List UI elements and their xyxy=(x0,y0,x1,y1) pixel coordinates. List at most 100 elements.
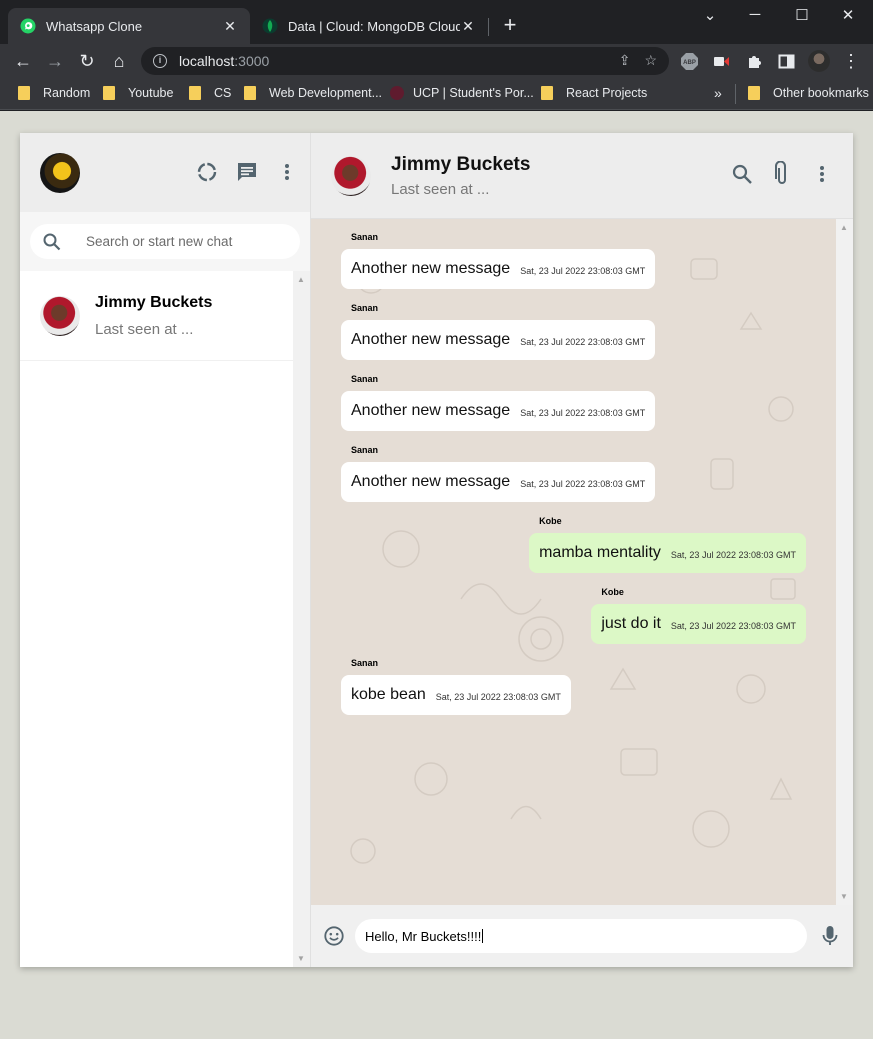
user-avatar[interactable] xyxy=(40,152,80,193)
search-container xyxy=(30,224,300,259)
adblock-icon[interactable]: ABP xyxy=(681,53,698,70)
message-bubble-outgoing[interactable]: Kobe just do it Sat, 23 Jul 2022 23:08:0… xyxy=(591,587,806,644)
message-text: mamba mentality xyxy=(539,544,661,561)
message-sender: Sanan xyxy=(351,374,379,384)
message-timestamp: Sat, 23 Jul 2022 23:08:03 GMT xyxy=(520,336,646,347)
folder-icon xyxy=(18,86,30,100)
emoji-button[interactable] xyxy=(323,925,345,947)
screen-record-icon[interactable] xyxy=(713,53,730,70)
folder-icon xyxy=(748,86,760,100)
bookmark-other[interactable]: Other bookmarks xyxy=(748,86,869,100)
scroll-down-arrow[interactable]: ▼ xyxy=(840,892,848,901)
message-sender: Kobe xyxy=(601,587,624,597)
chat-menu-button[interactable] xyxy=(811,163,833,185)
chat-last-seen: Last seen at ... xyxy=(391,180,490,198)
message-bubble-outgoing[interactable]: Kobe mamba mentality Sat, 23 Jul 2022 23… xyxy=(529,516,806,573)
message-bubble[interactable]: Sanan Another new message Sat, 23 Jul 20… xyxy=(341,374,656,431)
extensions-puzzle-icon[interactable] xyxy=(746,53,763,70)
scroll-up-arrow[interactable]: ▲ xyxy=(297,275,305,284)
home-icon[interactable]: ⌂ xyxy=(108,50,130,72)
chat-pane: Jimmy Buckets Last seen at ... Sanan Ano… xyxy=(311,133,853,967)
whatsapp-app: Jimmy Buckets Last seen at ... ▲ ▼ Jimmy… xyxy=(20,133,853,967)
search-icon xyxy=(732,164,752,184)
bookmarks-overflow-chevron[interactable]: » xyxy=(714,85,722,101)
browser-menu-icon[interactable]: ⋮ xyxy=(840,50,862,72)
back-button[interactable]: ← xyxy=(12,50,34,72)
last-seen-text: Last seen at ... xyxy=(95,320,194,338)
message-bubble[interactable]: Sanan Another new message Sat, 23 Jul 20… xyxy=(341,303,656,360)
browser-tabstrip: Whatsapp Clone ✕ Data | Cloud: MongoDB C… xyxy=(0,0,873,44)
chat-bubble-icon xyxy=(238,163,256,181)
contact-avatar[interactable] xyxy=(331,155,371,196)
message-bubble[interactable]: Sanan Another new message Sat, 23 Jul 20… xyxy=(341,232,656,289)
whatsapp-favicon-icon xyxy=(20,18,36,34)
new-chat-button[interactable] xyxy=(236,161,258,183)
message-timestamp: Sat, 23 Jul 2022 23:08:03 GMT xyxy=(520,478,646,489)
chat-search-button[interactable] xyxy=(731,163,753,185)
microphone-icon xyxy=(822,926,838,945)
svg-text:ABP: ABP xyxy=(683,60,696,66)
chat-footer: Hello, Mr Buckets!!!! xyxy=(311,905,853,967)
minimize-button[interactable]: ─ xyxy=(745,6,765,23)
voice-message-button[interactable] xyxy=(819,925,841,947)
site-info-icon[interactable]: i xyxy=(153,54,167,68)
sidebar-menu-button[interactable] xyxy=(276,161,298,183)
message-text: Another new message xyxy=(351,473,511,490)
search-input[interactable] xyxy=(86,234,286,249)
scroll-down-arrow[interactable]: ▼ xyxy=(297,954,305,963)
bookmark-random[interactable]: Random xyxy=(18,86,90,100)
side-panel-icon[interactable] xyxy=(778,53,795,70)
page-background: Jimmy Buckets Last seen at ... ▲ ▼ Jimmy… xyxy=(0,111,873,1039)
tab-title: Data | Cloud: MongoDB Cloud xyxy=(288,18,460,34)
forward-button[interactable]: → xyxy=(44,50,66,72)
message-timestamp: Sat, 23 Jul 2022 23:08:03 GMT xyxy=(670,549,796,560)
chat-header: Jimmy Buckets Last seen at ... xyxy=(311,133,853,219)
attach-button[interactable] xyxy=(771,161,793,185)
close-window-button[interactable]: ✕ xyxy=(838,6,858,24)
tab-whatsapp-clone[interactable]: Whatsapp Clone ✕ xyxy=(8,8,250,44)
message-bubble[interactable]: Sanan Another new message Sat, 23 Jul 20… xyxy=(341,445,656,502)
message-text: Another new message xyxy=(351,260,511,277)
contact-name: Jimmy Buckets xyxy=(95,293,213,311)
bookmark-star-icon[interactable]: ☆ xyxy=(644,52,657,69)
text-caret xyxy=(482,929,484,943)
status-button[interactable] xyxy=(196,161,218,183)
chat-scrollbar[interactable]: ▲ ▼ xyxy=(836,219,853,905)
chat-list-item[interactable]: Jimmy Buckets Last seen at ... xyxy=(20,271,293,361)
tab-search-chevron-icon[interactable]: ⌄ xyxy=(700,6,720,24)
share-icon[interactable]: ⇪ xyxy=(619,52,631,69)
sidebar-scrollbar[interactable]: ▲ ▼ xyxy=(293,271,310,967)
close-tab-icon[interactable]: ✕ xyxy=(460,18,476,35)
message-input[interactable]: Hello, Mr Buckets!!!! xyxy=(355,919,807,953)
new-tab-button[interactable]: + xyxy=(498,14,522,36)
mongodb-leaf-icon xyxy=(262,18,278,34)
emoji-icon xyxy=(324,926,344,946)
message-text: Another new message xyxy=(351,402,511,419)
url-host: localhost xyxy=(179,53,235,69)
message-text: kobe bean xyxy=(351,686,426,703)
folder-icon xyxy=(541,86,553,100)
message-timestamp: Sat, 23 Jul 2022 23:08:03 GMT xyxy=(520,265,646,276)
reload-button[interactable]: ↻ xyxy=(76,50,98,72)
status-ring-icon xyxy=(197,162,217,182)
chat-body: Sanan Another new message Sat, 23 Jul 20… xyxy=(311,219,853,905)
address-bar[interactable]: i localhost:3000 ⇪ ☆ xyxy=(141,47,669,75)
chat-list: Jimmy Buckets Last seen at ... ▲ ▼ xyxy=(20,271,310,967)
search-icon[interactable] xyxy=(42,232,62,252)
bookmark-web-development[interactable]: Web Development... xyxy=(244,86,382,100)
bookmarks-bar: Random Youtube CS Web Development... UCP… xyxy=(0,78,873,110)
message-sender: Sanan xyxy=(351,232,379,242)
tab-title: Whatsapp Clone xyxy=(46,18,143,34)
message-timestamp: Sat, 23 Jul 2022 23:08:03 GMT xyxy=(520,407,646,418)
bookmark-react-projects[interactable]: React Projects xyxy=(541,86,647,100)
profile-avatar[interactable] xyxy=(808,50,830,72)
scroll-up-arrow[interactable]: ▲ xyxy=(840,223,848,232)
tab-mongodb-cloud[interactable]: Data | Cloud: MongoDB Cloud ✕ xyxy=(250,8,488,44)
message-sender: Sanan xyxy=(351,303,379,313)
message-bubble[interactable]: Sanan kobe bean Sat, 23 Jul 2022 23:08:0… xyxy=(341,658,571,715)
bookmark-youtube[interactable]: Youtube xyxy=(103,86,173,100)
maximize-button[interactable]: ☐ xyxy=(792,6,812,24)
close-tab-icon[interactable]: ✕ xyxy=(222,18,238,35)
bookmark-ucp-student-portal[interactable]: UCP | Student's Por... xyxy=(390,86,534,100)
bookmark-cs[interactable]: CS xyxy=(189,86,231,100)
